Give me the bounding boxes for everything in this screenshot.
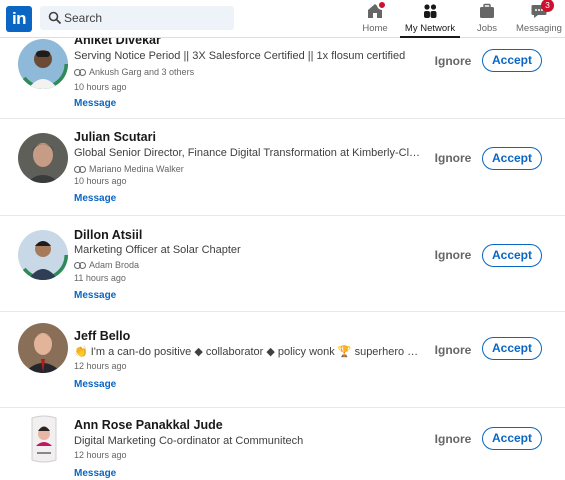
message-link[interactable]: Message [74,379,116,390]
home-icon [366,0,387,20]
invitation-time: 12 hours ago [74,361,127,371]
invitation-name[interactable]: Ann Rose Panakkal Jude [74,418,223,432]
nav-messaging-label: Messaging [516,23,562,34]
nav-home[interactable]: Home [358,0,392,38]
invitation-name[interactable]: Aniket Divekar [74,38,161,47]
invitation-time: 10 hours ago [74,176,127,186]
accept-button[interactable]: Accept [482,147,542,170]
mutual-connections-text: Mariano Medina Walker [89,164,184,174]
nav-jobs-label: Jobs [476,23,498,34]
mutual-connections[interactable]: Mariano Medina Walker [74,164,184,174]
message-link[interactable]: Message [74,193,116,204]
mutual-connections[interactable]: Adam Broda [74,260,139,270]
accept-button[interactable]: Accept [482,337,542,360]
mutual-connections-icon [74,262,86,269]
avatar[interactable] [18,230,68,280]
invitation-headline: Digital Marketing Co-ordinator at Commun… [74,435,304,447]
invitation-list: Aniket Divekar Serving Notice Period || … [0,38,565,480]
nav-jobs[interactable]: Jobs [472,2,502,38]
invitation-row: Dillon Atsiil Marketing Officer at Solar… [0,216,565,312]
nav-my-network-label: My Network [404,23,456,34]
messaging-badge: 3 [541,0,554,12]
avatar[interactable] [18,323,68,373]
message-link[interactable]: Message [74,290,116,301]
mutual-connections-text: Ankush Garg and 3 others [89,67,195,77]
invitation-time: 12 hours ago [74,450,127,460]
ignore-button[interactable]: Ignore [432,54,474,68]
mutual-connections[interactable]: Ankush Garg and 3 others [74,67,194,77]
nav-messaging[interactable]: 3 Messaging [514,0,564,38]
avatar[interactable] [26,414,62,464]
message-link[interactable]: Message [74,98,116,109]
notification-dot [377,0,387,10]
invitation-row: Jeff Bello 👏 I'm a can-do positive ◆ col… [0,312,565,408]
mutual-connections-icon [74,69,86,76]
search-placeholder: Search [64,11,103,25]
invitation-row: Julian Scutari Global Senior Director, F… [0,120,565,216]
invitation-time: 10 hours ago [74,82,127,92]
search-bar[interactable]: Search [40,6,234,30]
accept-button[interactable]: Accept [482,427,542,450]
messaging-icon: 3 [530,0,554,20]
accept-button[interactable]: Accept [482,244,542,267]
invitation-headline: 👏 I'm a can-do positive ◆ collaborator ◆… [74,346,422,358]
invitation-headline: Serving Notice Period || 3X Salesforce C… [74,50,406,62]
invitation-name[interactable]: Julian Scutari [74,130,156,144]
linkedin-logo[interactable]: in [6,6,32,32]
invitation-row: Aniket Divekar Serving Notice Period || … [0,38,565,119]
invitation-name[interactable]: Jeff Bello [74,329,130,343]
mutual-connections-text: Adam Broda [89,260,140,270]
avatar[interactable] [18,39,68,89]
message-link[interactable]: Message [74,468,116,479]
avatar[interactable] [18,133,68,183]
search-icon [48,11,62,25]
accept-button[interactable]: Accept [482,49,542,72]
invitation-name[interactable]: Dillon Atsiil [74,228,142,242]
my-network-icon [421,2,439,20]
ignore-button[interactable]: Ignore [432,151,474,165]
ignore-button[interactable]: Ignore [432,343,474,357]
invitation-headline: Marketing Officer at Solar Chapter [74,244,241,256]
nav-my-network[interactable]: My Network [400,2,460,38]
ignore-button[interactable]: Ignore [432,248,474,262]
briefcase-icon [478,2,496,20]
top-nav: in Search Home My Network Jobs 3 Messagi… [0,0,565,38]
invitation-headline: Global Senior Director, Finance Digital … [74,147,422,159]
invitation-row: Ann Rose Panakkal Jude Digital Marketing… [0,408,565,480]
invitation-time: 11 hours ago [74,273,126,283]
ignore-button[interactable]: Ignore [432,432,474,446]
nav-home-label: Home [362,23,388,34]
mutual-connections-icon [74,166,86,173]
